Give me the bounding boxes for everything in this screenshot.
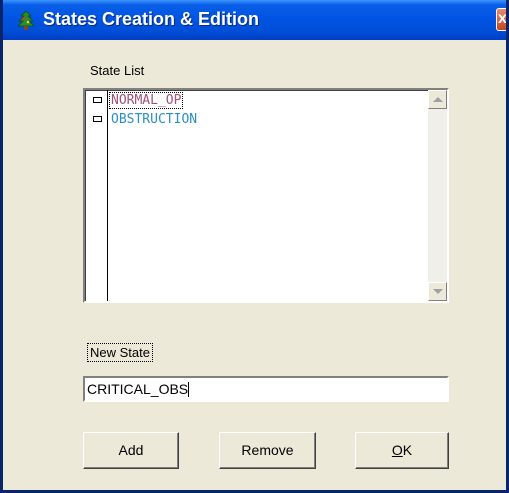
title-bar[interactable]: States Creation & Edition x: [3, 0, 507, 40]
expand-box-icon: [93, 116, 102, 122]
tree-app-icon: [17, 10, 35, 30]
scroll-up-button[interactable]: [428, 90, 447, 109]
state-list[interactable]: NORMAL_OP OBSTRUCTION: [83, 88, 449, 303]
vertical-scrollbar[interactable]: [428, 90, 447, 301]
ok-button[interactable]: OK: [355, 432, 449, 469]
close-icon: x: [498, 10, 507, 27]
text-caret: [188, 382, 190, 397]
expand-box-icon: [93, 97, 102, 103]
new-state-input[interactable]: CRITICAL_OBS: [83, 376, 449, 402]
state-item-label: NORMAL_OP: [109, 92, 184, 109]
state-list-label: State List: [90, 63, 145, 78]
state-item-label: OBSTRUCTION: [111, 112, 198, 127]
new-state-label: New State: [87, 343, 153, 362]
tree-connector-line: [107, 90, 108, 301]
dialog-window: States Creation & Edition x State List N…: [0, 0, 509, 493]
new-state-value: CRITICAL_OBS: [87, 381, 189, 397]
scroll-up-arrow-icon: [433, 97, 443, 102]
scroll-down-button[interactable]: [428, 282, 447, 301]
window-title: States Creation & Edition: [43, 9, 260, 29]
add-button[interactable]: Add: [83, 432, 179, 469]
scroll-down-arrow-icon: [433, 289, 443, 294]
close-button[interactable]: x: [496, 8, 507, 31]
remove-button[interactable]: Remove: [219, 432, 316, 469]
